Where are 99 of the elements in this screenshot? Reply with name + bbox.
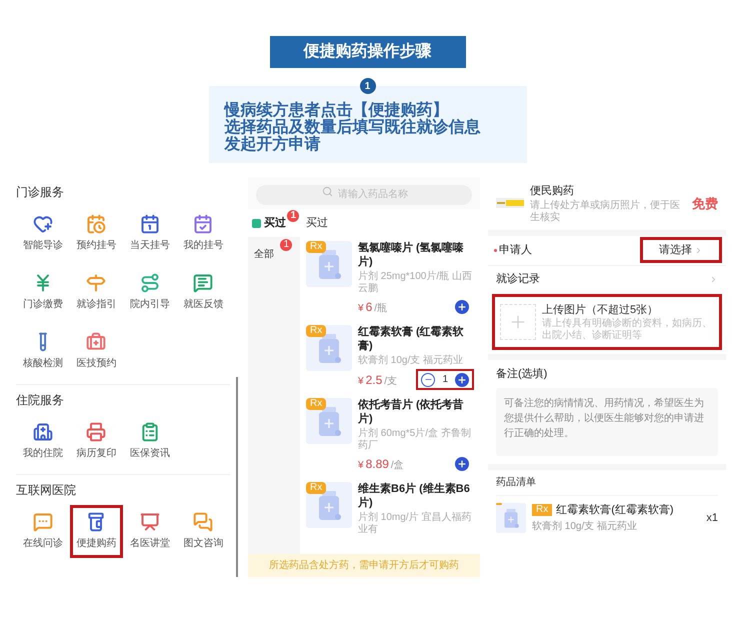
chat-icon bbox=[32, 512, 53, 532]
currency-sign: ¥ bbox=[358, 374, 364, 388]
drug-spec: 片剂 60mg*5片/盒 齐鲁制药厂 bbox=[358, 428, 472, 452]
currency-sign: ¥ bbox=[358, 459, 364, 473]
clipboard-icon bbox=[140, 422, 160, 442]
calendar-check-icon bbox=[193, 214, 214, 234]
presentation-icon bbox=[140, 512, 160, 532]
price-unit: /瓶 bbox=[374, 302, 388, 316]
drug-spec: 片剂 25mg*100片/瓶 山西云鹏 bbox=[358, 271, 473, 295]
drug-spec: 软膏剂 10g/支 福元药业 bbox=[532, 520, 638, 534]
section-title: 住院服务 bbox=[16, 392, 65, 409]
rx-badge: Rx bbox=[306, 241, 326, 253]
decrease-button[interactable] bbox=[421, 372, 436, 386]
step-text: 发起开方申请 bbox=[224, 136, 322, 153]
medicine-bottle-icon bbox=[306, 398, 352, 444]
select-button[interactable]: 请选择 bbox=[640, 237, 722, 263]
medicine-bottle-icon bbox=[306, 482, 352, 528]
drug-name: 依托考昔片 (依托考昔片) bbox=[358, 398, 465, 426]
heart-plus-icon bbox=[32, 214, 53, 234]
service-item[interactable]: 就诊指引 bbox=[70, 266, 123, 319]
service-item[interactable]: 当天挂号 bbox=[123, 207, 176, 260]
quantity-label: x1 bbox=[706, 510, 718, 526]
add-button[interactable] bbox=[455, 300, 469, 314]
medicine-bottle-icon bbox=[496, 502, 526, 533]
page-title: 便捷购药操作步骤 bbox=[304, 42, 432, 62]
medical-kit-icon bbox=[86, 332, 106, 352]
signpost-icon bbox=[86, 273, 106, 293]
step-number: 1 bbox=[360, 78, 376, 94]
plus-icon bbox=[457, 302, 467, 312]
plus-icon bbox=[457, 459, 467, 469]
plus-icon bbox=[457, 374, 467, 384]
price-unit: /支 bbox=[384, 374, 398, 388]
quantity-value: 1 bbox=[441, 373, 449, 387]
drug-name: 红霉素软膏 (红霉素软膏) bbox=[358, 325, 465, 353]
drug-price: 2.5 bbox=[366, 372, 382, 388]
section-title: 互联网医院 bbox=[16, 482, 77, 499]
service-item[interactable]: 医保资讯 bbox=[123, 415, 176, 468]
drug-spec: 片剂 10mg/片 宜昌人福药业有 bbox=[358, 512, 472, 536]
service-subtitle: 请上传处方单或病历照片，便于医生核实 bbox=[530, 200, 681, 224]
field-label: 申请人 bbox=[499, 242, 532, 258]
currency-sign: ¥ bbox=[358, 302, 364, 316]
printer-icon bbox=[86, 422, 106, 442]
route-icon bbox=[140, 273, 160, 293]
add-button[interactable] bbox=[455, 457, 469, 471]
message-icon bbox=[193, 273, 214, 293]
record-row[interactable]: 就诊记录 bbox=[488, 266, 726, 294]
drug-name: 氢氯噻嗪片 (氢氯噻嗪片) bbox=[358, 241, 465, 269]
service-item[interactable]: 病历复印 bbox=[70, 415, 123, 468]
notice-bar: 所选药品含处方药，需申请开方后才可购药 bbox=[248, 554, 480, 577]
service-title: 便民购药 bbox=[530, 184, 575, 199]
rx-badge: Rx bbox=[306, 325, 326, 337]
medicine-bottle-icon bbox=[306, 241, 352, 287]
step-text: 选择药品及数量后填写既往就诊信息 bbox=[224, 119, 482, 136]
price-unit: /盒 bbox=[390, 458, 404, 473]
service-item[interactable]: 在线问诊 bbox=[16, 505, 70, 558]
service-item[interactable]: 院内引导 bbox=[123, 266, 176, 319]
chevron-icon bbox=[694, 246, 703, 254]
category-item[interactable]: 全部 1 bbox=[248, 237, 300, 268]
service-item[interactable]: 智能导诊 bbox=[16, 207, 70, 260]
service-item[interactable]: 便捷购药 bbox=[70, 505, 123, 558]
note-field[interactable]: 可备注您的病情情况、用药情况，希望医生为您提供什么帮助，以便医生能够对您的申请进行正确的处理。 bbox=[496, 388, 718, 456]
count-badge: 1 bbox=[280, 239, 292, 251]
service-item[interactable]: 名医讲堂 bbox=[123, 505, 176, 558]
service-item[interactable]: 我的挂号 bbox=[176, 207, 230, 260]
rx-badge: Rx bbox=[306, 482, 326, 494]
drug-price: 6 bbox=[366, 299, 372, 316]
service-item[interactable]: 图文咨询 bbox=[176, 505, 230, 558]
service-item[interactable]: 医技预约 bbox=[70, 325, 123, 378]
pill-bottle-icon bbox=[86, 512, 106, 532]
service-item[interactable]: 我的住院 bbox=[16, 415, 70, 468]
drug-name: 红霉素软膏(红霉素软膏) bbox=[556, 502, 674, 518]
chevron-icon bbox=[709, 275, 718, 284]
upload-hint: 请上传具有明确诊断的资料，如病历、出院小结、诊断证明等 bbox=[542, 318, 713, 342]
rx-badge: Rx bbox=[306, 398, 326, 410]
service-item[interactable]: 预约挂号 bbox=[70, 207, 123, 260]
service-item[interactable]: 核酸检测 bbox=[16, 325, 70, 378]
list-title: 买过 bbox=[306, 216, 329, 231]
service-item[interactable]: 门诊缴费 bbox=[16, 266, 70, 319]
drug-name: 维生素B6片 (维生素B6片) bbox=[358, 482, 471, 510]
list-title: 药品清单 bbox=[496, 470, 718, 496]
calendar-icon bbox=[140, 214, 160, 234]
upload-title: 上传图片（不超过5张） bbox=[542, 302, 660, 318]
section-title: 门诊服务 bbox=[16, 184, 65, 201]
hospital-icon bbox=[32, 422, 53, 442]
service-item[interactable]: 就医反馈 bbox=[176, 266, 230, 319]
count-badge: 1 bbox=[287, 210, 299, 222]
calendar-clock-icon bbox=[86, 214, 106, 234]
note-label: 备注(选填) bbox=[496, 366, 548, 382]
upload-area[interactable]: 上传图片（不超过5张） 请上传具有明确诊断的资料，如病历、出院小结、诊断证明等 bbox=[492, 294, 722, 350]
step-text: 慢病续方患者点击【便捷购药】 bbox=[224, 102, 448, 119]
rx-badge: Rx bbox=[532, 504, 552, 516]
price-label: 免费 bbox=[692, 194, 718, 212]
drug-spec: 软膏剂 10g/支 福元药业 bbox=[358, 355, 464, 367]
drug-price: 8.89 bbox=[366, 456, 389, 473]
chat-bubbles-icon bbox=[193, 512, 214, 532]
add-button[interactable] bbox=[455, 372, 469, 386]
medicine-bottle-icon bbox=[306, 325, 352, 371]
tab-icon bbox=[252, 218, 261, 228]
category-tab[interactable]: 买过 1 bbox=[248, 209, 300, 237]
